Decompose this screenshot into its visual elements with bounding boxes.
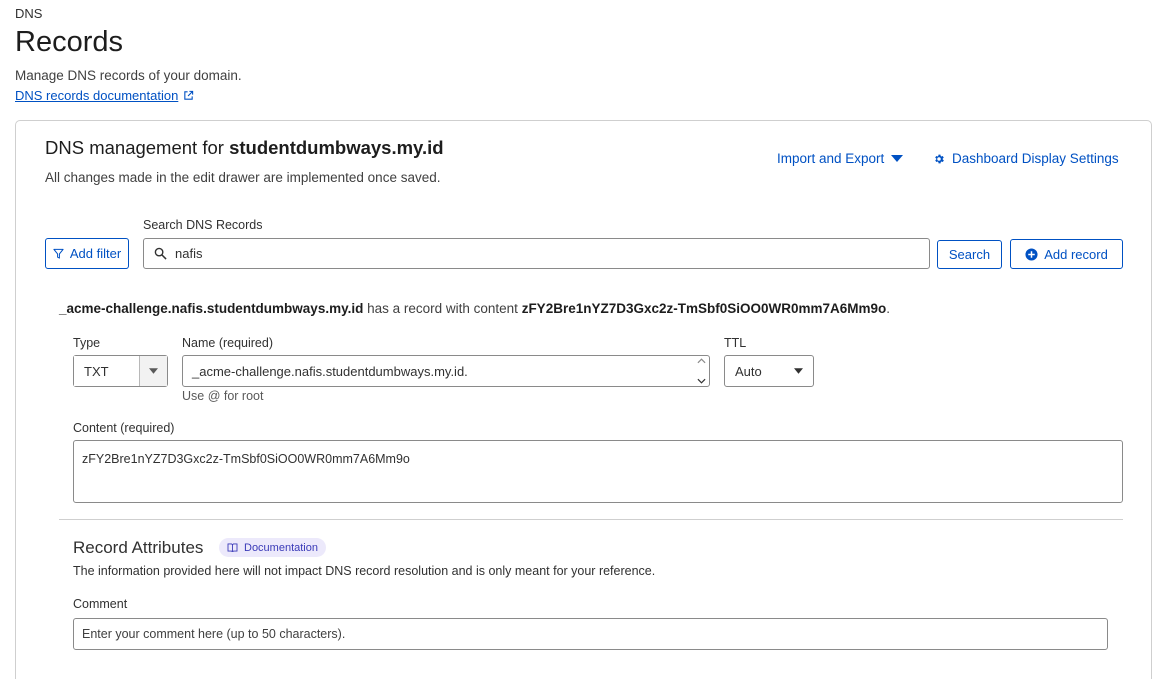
ttl-label: TTL [724,336,747,350]
import-export-label: Import and Export [777,151,885,166]
dns-docs-link[interactable]: DNS records documentation [15,88,194,103]
name-field-scrollbar[interactable] [694,356,709,386]
record-description: _acme-challenge.nafis.studentdumbways.my… [59,301,890,316]
filter-icon [53,248,64,259]
name-field-value[interactable]: _acme-challenge.nafis.studentdumbways.my… [183,356,694,386]
name-hint: Use @ for root [182,389,264,403]
page-title: Records [15,26,123,58]
ttl-select-value: Auto [735,363,762,379]
plus-circle-icon [1025,247,1038,261]
page-subtitle: Manage DNS records of your domain. [15,68,242,83]
type-select[interactable]: TXT [73,355,168,387]
section-divider [59,519,1123,520]
caret-down-icon [891,154,904,162]
comment-label: Comment [73,597,128,611]
add-filter-button[interactable]: Add filter [45,238,129,269]
external-link-icon [184,90,194,100]
comment-input[interactable] [82,627,1082,641]
record-desc-content: zFY2Bre1nYZ7D3Gxc2z-TmSbf0SiOO0WR0mm7A6M… [521,301,887,316]
domain-name: studentdumbways.my.id [229,137,444,158]
dashboard-display-settings-label: Dashboard Display Settings [952,151,1119,166]
record-attributes-title: Record Attributes [73,538,204,557]
dns-docs-link-label: DNS records documentation [15,88,179,103]
search-icon [154,247,167,260]
dns-management-subtitle: All changes made in the edit drawer are … [45,170,441,185]
record-desc-middle: has a record with content [363,301,522,316]
search-label: Search DNS Records [143,218,263,232]
caret-down-icon [794,368,803,374]
content-label: Content (required) [73,421,175,435]
import-export-button[interactable]: Import and Export [777,151,904,166]
content-field[interactable]: zFY2Bre1nYZ7D3Gxc2z-TmSbf0SiOO0WR0mm7A6M… [73,440,1123,503]
type-select-toggle[interactable] [139,356,167,386]
type-label: Type [73,336,101,350]
caret-down-icon [149,368,158,374]
add-record-label: Add record [1044,246,1108,262]
search-input[interactable] [175,246,875,261]
record-desc-end: . [886,301,891,316]
record-desc-name: _acme-challenge.nafis.studentdumbways.my… [59,301,364,316]
documentation-pill[interactable]: Documentation [219,538,326,557]
dns-management-title: DNS management for studentdumbways.my.id [45,137,444,159]
chevron-up-icon[interactable] [697,358,706,364]
search-input-box[interactable] [143,238,930,269]
gear-icon [935,154,944,163]
search-button[interactable]: Search [937,240,1002,269]
type-select-value: TXT [74,356,139,386]
ttl-select[interactable]: Auto [724,355,814,387]
book-icon [227,543,238,552]
documentation-pill-label: Documentation [244,541,318,554]
dns-management-title-prefix: DNS management for [45,137,230,158]
comment-field-box[interactable] [73,618,1108,650]
record-attributes-subtitle: The information provided here will not i… [73,564,656,578]
name-label: Name (required) [182,336,274,350]
search-button-label: Search [948,247,991,262]
chevron-down-icon[interactable] [697,378,706,384]
add-record-button[interactable]: Add record [1010,239,1123,269]
breadcrumb: DNS [15,6,43,21]
dashboard-display-settings-button[interactable]: Dashboard Display Settings [933,151,1119,166]
name-field[interactable]: _acme-challenge.nafis.studentdumbways.my… [182,355,710,387]
add-filter-label: Add filter [69,246,122,261]
